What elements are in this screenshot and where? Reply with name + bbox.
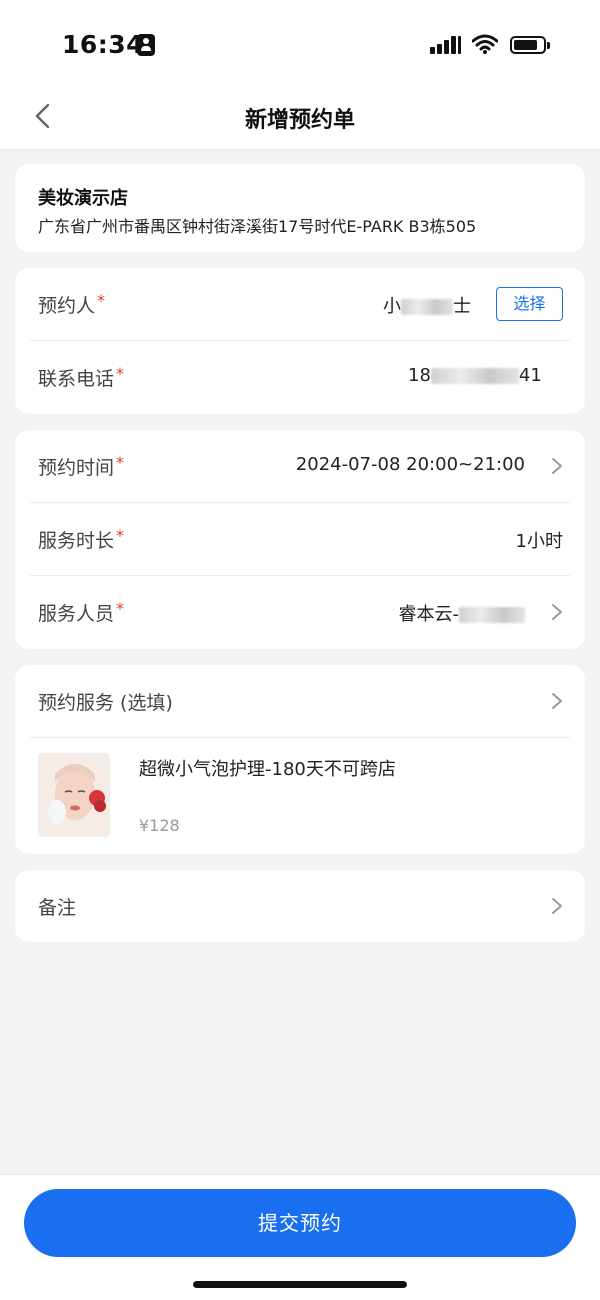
status-time: 16:34: [62, 30, 145, 59]
customer-row: 预约人 * 小士 选择: [15, 268, 585, 341]
store-name: 美妆演示店: [38, 188, 128, 209]
customer-name: 小士: [383, 296, 471, 317]
page-title: 新增预约单: [244, 108, 355, 133]
services-header-row[interactable]: 预约服务 (选填): [15, 665, 585, 738]
footer-bar: 提交预约: [0, 1174, 600, 1300]
time-row[interactable]: 预约时间 * 2024-07-08 20:00~21:00: [15, 430, 585, 503]
duration-row: 服务时长 * 1小时: [15, 503, 585, 576]
service-name: 超微小气泡护理-180天不可跨店: [139, 759, 396, 780]
battery-icon: [510, 36, 550, 54]
submit-appointment-button[interactable]: 提交预约: [24, 1189, 576, 1257]
chevron-right-icon: [552, 604, 562, 620]
store-card: 美妆演示店 广东省广州市番禺区钟村街泽溪街17号时代E-PARK B3栋505: [15, 164, 585, 252]
service-price: ¥128: [139, 816, 180, 835]
duration-value: 1小时: [515, 531, 563, 552]
id-badge-icon: [137, 34, 155, 56]
store-address: 广东省广州市番禺区钟村街泽溪街17号时代E-PARK B3栋505: [38, 217, 477, 236]
signal-icon: [430, 34, 462, 54]
staff-row[interactable]: 服务人员 * 睿本云-: [15, 576, 585, 649]
services-label: 预约服务 (选填): [38, 692, 173, 714]
chevron-right-icon: [552, 458, 562, 474]
remark-label: 备注: [38, 897, 77, 919]
remark-row[interactable]: 备注: [15, 870, 585, 942]
nav-bar: 新增预约单: [0, 82, 600, 150]
chevron-right-icon: [552, 693, 562, 709]
services-card: 预约服务 (选填) 超微小气泡护理-180天不可跨店 ¥128: [15, 665, 585, 854]
duration-label: 服务时长 *: [38, 526, 125, 552]
phone-row: 联系电话 * 18 41: [15, 341, 585, 414]
status-bar: 16:34: [0, 0, 600, 82]
staff-value: 睿本云-: [399, 600, 525, 626]
customer-label: 预约人 *: [38, 291, 106, 317]
wifi-icon: [472, 34, 498, 54]
home-indicator: [193, 1281, 407, 1288]
customer-card: 预约人 * 小士 选择 联系电话 * 18 41: [15, 268, 585, 414]
service-thumbnail: [38, 753, 110, 837]
chevron-right-icon: [552, 898, 562, 914]
time-value: 2024-07-08 20:00~21:00: [295, 454, 525, 475]
select-customer-button[interactable]: 选择: [496, 287, 563, 321]
time-label: 预约时间 *: [38, 453, 125, 479]
appointment-card: 预约时间 * 2024-07-08 20:00~21:00 服务时长 * 1小时 服…: [15, 430, 585, 649]
phone-label: 联系电话 *: [38, 364, 125, 390]
remark-card[interactable]: 备注: [15, 870, 585, 942]
staff-label: 服务人员 *: [38, 599, 125, 625]
phone-value: 18 41: [408, 365, 542, 386]
